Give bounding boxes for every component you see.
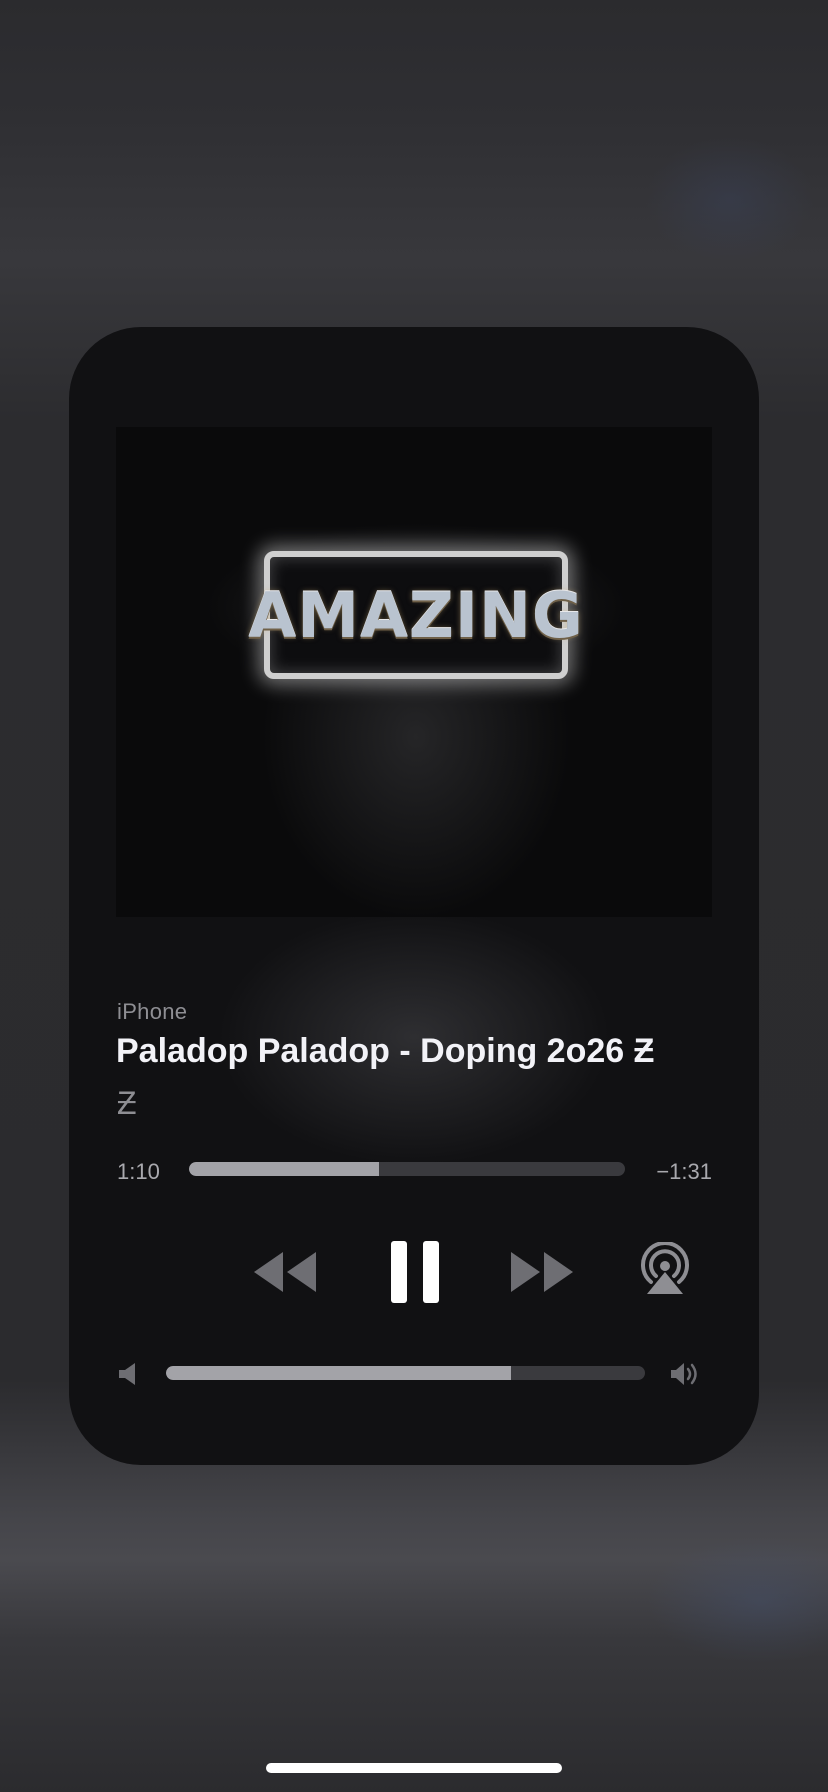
elapsed-time: 1:10 — [117, 1159, 160, 1184]
output-device-label: iPhone — [117, 999, 188, 1024]
airplay-button[interactable] — [639, 1242, 691, 1296]
artwork-sign-text: AMAZING — [248, 578, 584, 652]
volume-slider[interactable] — [166, 1366, 645, 1380]
pause-icon — [391, 1241, 439, 1303]
track-artist: Ƶ — [117, 1085, 137, 1121]
track-title: Paladop Paladop - Doping 2o26 Ƶ — [116, 1032, 655, 1070]
rewind-icon — [254, 1252, 316, 1292]
now-playing-card: AMAZING iPhone Paladop Paladop - Doping … — [69, 327, 759, 1465]
album-artwork: AMAZING — [116, 427, 712, 917]
pause-button[interactable] — [390, 1240, 440, 1304]
artwork-sign: AMAZING — [248, 551, 584, 679]
playback-progress-fill — [189, 1162, 379, 1176]
rewind-button[interactable] — [252, 1250, 318, 1294]
home-indicator[interactable] — [266, 1763, 562, 1773]
fast-forward-icon — [511, 1252, 573, 1292]
speaker-high-icon — [669, 1360, 701, 1388]
fast-forward-button[interactable] — [509, 1250, 575, 1294]
remaining-time: −1:31 — [656, 1159, 712, 1184]
speaker-low-icon — [117, 1361, 139, 1387]
volume-level-fill — [166, 1366, 511, 1380]
playback-scrubber[interactable] — [189, 1162, 625, 1176]
airplay-audio-icon — [641, 1242, 689, 1294]
